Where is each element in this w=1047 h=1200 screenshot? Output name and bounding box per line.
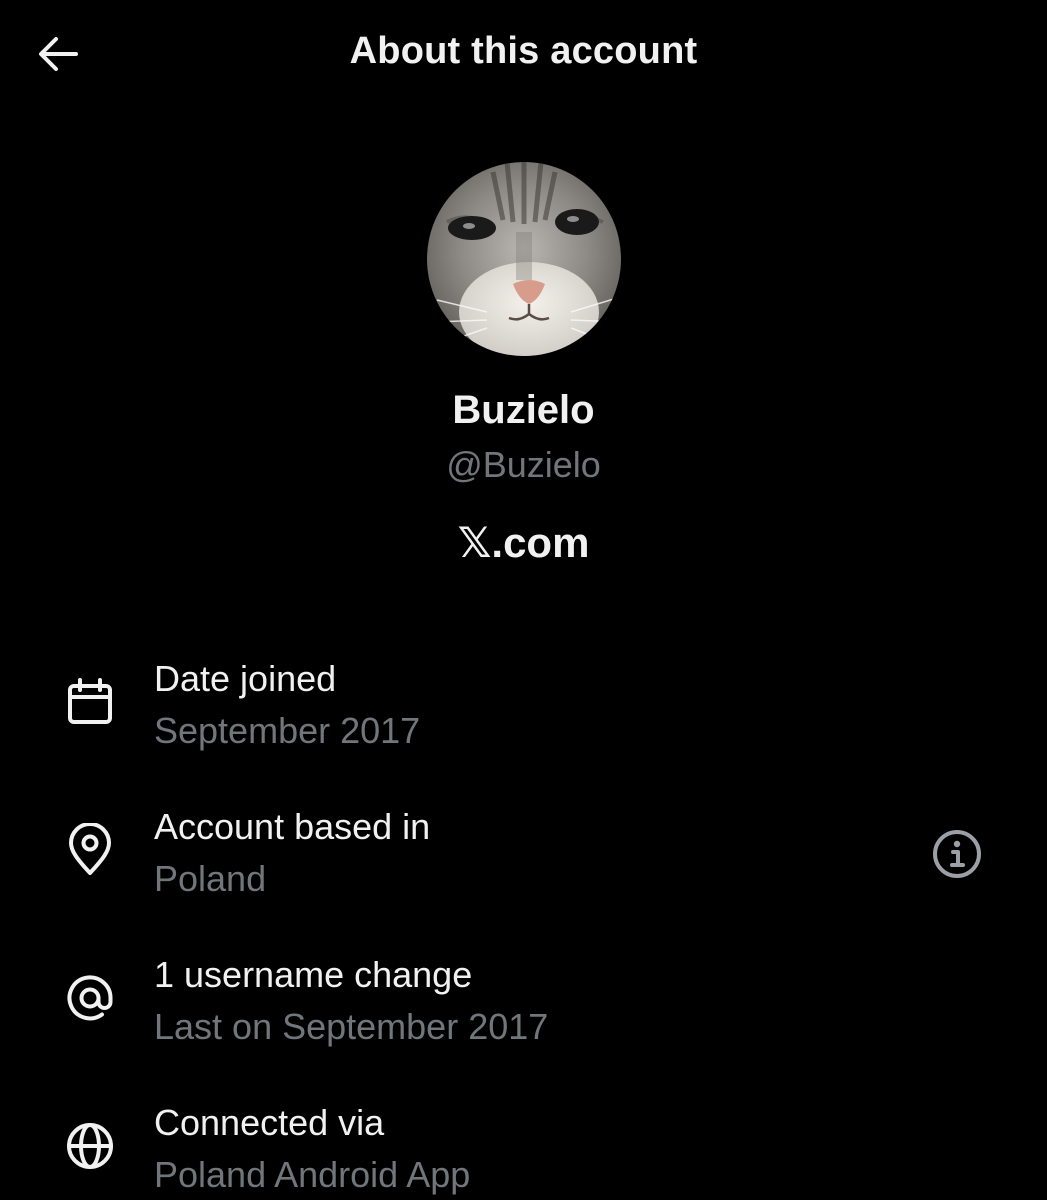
detail-row-connected-via: Connected via Poland Android App <box>0 1098 1047 1200</box>
about-account-screen: About this account Buzielo @Buzielo 𝕏.co… <box>0 0 1047 1200</box>
detail-row-account-based-in: Account based in Poland <box>0 802 1047 922</box>
location-pin-icon <box>62 822 118 878</box>
site-label: 𝕏.com <box>457 519 590 566</box>
calendar-icon <box>62 674 118 730</box>
page-title: About this account <box>349 30 698 72</box>
globe-icon <box>62 1118 118 1174</box>
cat-avatar-image <box>427 162 621 356</box>
detail-title: 1 username change <box>154 954 473 995</box>
display-name: Buzielo <box>452 388 595 432</box>
detail-title: Account based in <box>154 806 431 847</box>
detail-value: September 2017 <box>154 710 421 751</box>
detail-title: Connected via <box>154 1102 385 1143</box>
detail-value: Poland <box>154 858 267 899</box>
detail-row-date-joined: Date joined September 2017 <box>0 654 1047 774</box>
detail-row-username-change: 1 username change Last on September 2017 <box>0 950 1047 1070</box>
info-button[interactable] <box>929 826 985 882</box>
detail-title: Date joined <box>154 658 337 699</box>
at-sign-icon <box>62 970 118 1026</box>
top-bar: About this account <box>0 0 1047 110</box>
info-icon <box>933 830 981 878</box>
detail-value: Last on September 2017 <box>154 1006 549 1047</box>
avatar[interactable] <box>427 162 621 356</box>
username-handle: @Buzielo <box>446 444 601 485</box>
detail-value: Poland Android App <box>154 1154 471 1195</box>
